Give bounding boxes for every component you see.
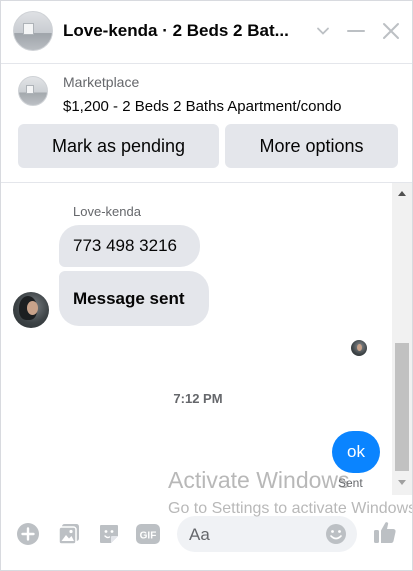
scroll-up-arrow-icon[interactable] (392, 185, 412, 201)
close-icon[interactable] (379, 19, 403, 43)
conversation-title[interactable]: Love-kenda · 2 Beds 2 Bat... (63, 21, 303, 41)
delivery-status: Sent (338, 476, 363, 490)
contact-avatar[interactable] (13, 292, 49, 328)
message-input[interactable]: Aa (177, 516, 357, 552)
read-receipt-avatar (351, 340, 367, 356)
more-options-button[interactable]: More options (225, 124, 398, 168)
sticker-icon[interactable] (96, 521, 122, 547)
listing-thumbnail[interactable] (18, 76, 48, 106)
marketplace-label: Marketplace (63, 74, 140, 90)
chat-header[interactable]: Love-kenda · 2 Beds 2 Bat... (1, 1, 412, 64)
listing-summary[interactable]: $1,200 - 2 Beds 2 Baths Apartment/condo (63, 98, 342, 115)
scroll-down-arrow-icon[interactable] (392, 475, 412, 491)
message-input-placeholder: Aa (189, 525, 210, 544)
chat-window: Love-kenda · 2 Beds 2 Bat... Marketplace… (0, 0, 413, 571)
thumbs-up-icon[interactable] (372, 519, 398, 545)
listing-avatar[interactable] (13, 11, 53, 51)
incoming-message[interactable]: 773 498 3216 (59, 225, 200, 267)
outgoing-message[interactable]: ok (332, 431, 380, 473)
marketplace-banner: Marketplace $1,200 - 2 Beds 2 Baths Apar… (1, 64, 412, 183)
message-thread: Love-kenda 773 498 3216 Message sent 7:1… (1, 183, 391, 501)
chevron-down-icon[interactable] (311, 19, 335, 43)
incoming-message[interactable]: Message sent (59, 271, 209, 326)
scroll-thumb[interactable] (395, 343, 409, 471)
photo-icon[interactable] (56, 521, 82, 547)
message-scrollbar[interactable] (392, 183, 412, 495)
sender-name: Love-kenda (73, 204, 141, 219)
message-timestamp: 7:12 PM (173, 391, 223, 406)
svg-text:GIF: GIF (140, 531, 157, 542)
mark-as-pending-button[interactable]: Mark as pending (18, 124, 219, 168)
message-composer: GIF Aa (1, 501, 412, 570)
minimize-icon[interactable] (344, 19, 368, 43)
emoji-icon[interactable] (325, 523, 347, 545)
gif-icon[interactable]: GIF (135, 521, 161, 547)
plus-circle-icon[interactable] (15, 521, 41, 547)
